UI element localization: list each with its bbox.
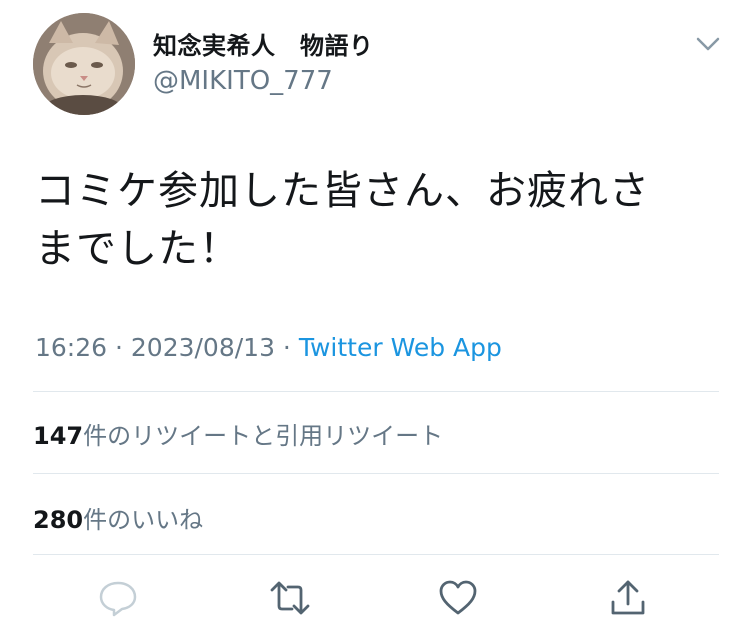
meta-separator: · [274,333,299,362]
tweet-time: 16:26 [35,333,108,362]
retweets-count: 147 [33,422,84,450]
divider [33,473,719,474]
heart-icon[interactable] [438,578,478,618]
share-icon[interactable] [608,578,648,618]
likes-count: 280 [33,506,84,534]
cat-avatar-image [33,13,135,115]
retweet-icon[interactable] [270,578,310,618]
chevron-down-icon[interactable] [695,36,721,52]
tweet-source-link[interactable]: Twitter Web App [299,333,502,362]
divider [33,554,719,555]
retweets-stat[interactable]: 147件のリツイートと引用リツイート [33,416,443,451]
reply-icon[interactable] [98,578,138,618]
likes-label: 件のいいね [83,506,204,534]
retweets-label: 件のリツイートと引用リツイート [83,422,444,450]
tweet-date: 2023/08/13 [130,333,275,362]
tweet-text-line: コミケ参加した皆さん、お疲れさ [35,168,650,214]
user-handle[interactable]: @MIKITO_777 [153,66,333,96]
tweet-meta: 16:26 · 2023/08/13 · Twitter Web App [35,333,502,362]
display-name[interactable]: 知念実希人 物語り [153,26,374,61]
avatar[interactable] [33,13,135,115]
tweet-text: コミケ参加した皆さん、お疲れさ までした！ [35,162,725,278]
likes-stat[interactable]: 280件のいいね [33,500,203,535]
meta-separator: · [107,333,131,362]
divider [33,391,719,392]
tweet-text-line: までした！ [35,226,240,272]
